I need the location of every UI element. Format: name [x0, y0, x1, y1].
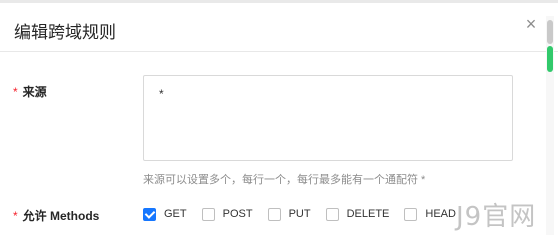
method-get[interactable]: GET	[143, 207, 187, 221]
checkbox-head[interactable]	[404, 207, 418, 221]
dialog-header: 编辑跨域规则	[0, 3, 558, 52]
dialog-title: 编辑跨域规则	[14, 23, 116, 42]
origin-hint: 来源可以设置多个，每行一个，每行最多能有一个通配符 *	[143, 174, 426, 186]
methods-checkbox-group: GET POST PUT DELETE HEAD	[143, 206, 471, 222]
method-get-label: GET	[164, 208, 187, 220]
origin-textarea[interactable]: *	[143, 75, 513, 161]
checkbox-put[interactable]	[267, 207, 281, 221]
method-delete[interactable]: DELETE	[325, 207, 390, 221]
origin-label-text: 来源	[22, 85, 47, 99]
scrollbar-thumb[interactable]	[547, 20, 553, 44]
origin-label: * 来源	[13, 83, 47, 100]
method-post-label: POST	[222, 208, 253, 220]
methods-label-text: 允许 Methods	[22, 209, 100, 223]
checkbox-get[interactable]	[143, 207, 156, 221]
method-head[interactable]: HEAD	[404, 207, 456, 221]
scrollbar-indicator	[547, 46, 553, 72]
checkbox-delete[interactable]	[325, 207, 339, 221]
method-put-label: PUT	[288, 208, 311, 220]
required-mark: *	[13, 209, 18, 223]
close-icon[interactable]: ×	[522, 15, 540, 33]
method-delete-label: DELETE	[346, 208, 390, 220]
checkbox-post[interactable]	[201, 207, 215, 221]
watermark-logo: J9官网	[456, 202, 537, 232]
methods-label: * 允许 Methods	[13, 207, 99, 224]
method-head-label: HEAD	[425, 208, 456, 220]
method-put[interactable]: PUT	[267, 207, 311, 221]
method-post[interactable]: POST	[201, 207, 253, 221]
required-mark: *	[13, 85, 18, 99]
